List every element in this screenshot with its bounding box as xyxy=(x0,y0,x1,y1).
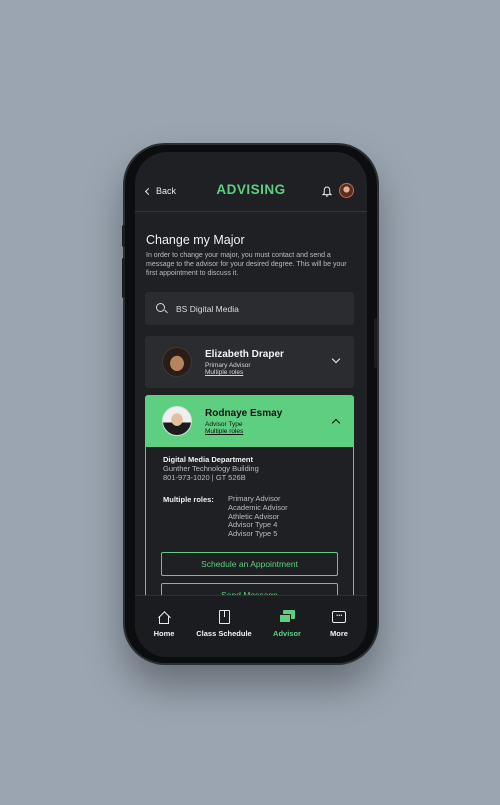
search-value: BS Digital Media xyxy=(176,304,239,314)
nav-advisor[interactable]: Advisor xyxy=(258,596,316,638)
advisor-card-expanded[interactable]: Rodnaye Esmay Advisor Type Multiple role… xyxy=(145,395,354,447)
advisor-details: Digital Media Department Gunther Technol… xyxy=(145,446,354,607)
nav-home[interactable]: Home xyxy=(135,596,193,638)
app-title: ADVISING xyxy=(216,182,286,197)
phone-side-button xyxy=(122,225,125,247)
department-name: Digital Media Department xyxy=(163,455,254,464)
role-item: Advisor Type 5 xyxy=(228,529,278,539)
book-icon xyxy=(216,610,232,624)
roles-list: Primary Advisor Academic Advisor Athleti… xyxy=(228,494,288,539)
nav-label: More xyxy=(330,629,348,638)
top-bar: Back ADVISING xyxy=(135,152,367,212)
more-icon xyxy=(331,610,347,624)
advisor-type: Primary Advisor xyxy=(205,362,251,369)
bottom-nav: Home Class Schedule Advisor More xyxy=(135,595,367,657)
contact-info: 801-973-1020 | GT 526B xyxy=(163,473,246,482)
multiple-roles-link[interactable]: Multiple roles xyxy=(205,428,243,435)
nav-label: Class Schedule xyxy=(196,629,252,638)
chevron-down-icon[interactable] xyxy=(331,354,341,364)
bell-icon[interactable] xyxy=(322,186,332,197)
advisor-type: Advisor Type xyxy=(205,421,243,428)
search-input[interactable]: BS Digital Media xyxy=(145,292,354,325)
advisor-photo xyxy=(162,406,192,436)
multiple-roles-link[interactable]: Multiple roles xyxy=(205,369,243,376)
phone-side-button xyxy=(374,318,377,368)
user-avatar[interactable] xyxy=(339,183,354,198)
advisor-name: Elizabeth Draper xyxy=(205,349,284,360)
advisor-photo xyxy=(162,347,192,377)
nav-label: Home xyxy=(153,629,175,638)
nav-label: Advisor xyxy=(273,629,301,638)
building-name: Gunther Technology Building xyxy=(163,464,259,473)
home-icon xyxy=(156,610,172,624)
nav-class-schedule[interactable]: Class Schedule xyxy=(195,596,253,638)
page-description: In order to change your major, you must … xyxy=(146,252,347,277)
chevron-up-icon[interactable] xyxy=(331,418,341,428)
page-title: Change my Major xyxy=(146,233,245,247)
schedule-appointment-button[interactable]: Schedule an Appointment xyxy=(161,552,338,576)
nav-more[interactable]: More xyxy=(310,596,367,638)
search-icon xyxy=(156,303,165,312)
advisor-name: Rodnaye Esmay xyxy=(205,408,283,419)
app-screen: Back ADVISING Change my Major In order t… xyxy=(135,152,367,657)
phone-side-button xyxy=(122,258,125,298)
chat-icon xyxy=(279,610,295,624)
roles-label: Multiple roles: xyxy=(163,495,214,504)
advisor-card-collapsed[interactable]: Elizabeth Draper Primary Advisor Multipl… xyxy=(145,336,354,388)
